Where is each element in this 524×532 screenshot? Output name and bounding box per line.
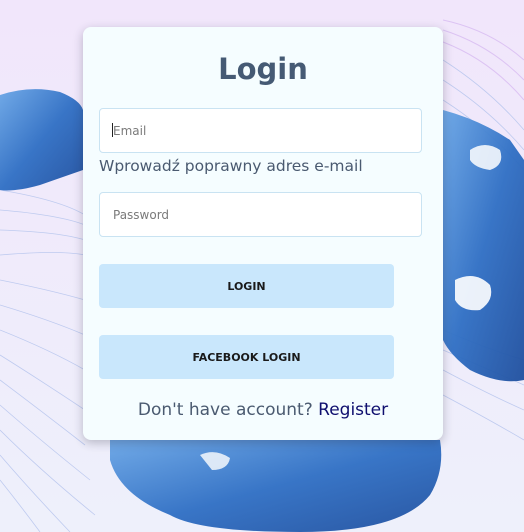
- register-link[interactable]: Register: [318, 400, 388, 420]
- register-prompt: Don't have account?: [137, 400, 313, 420]
- password-field[interactable]: [99, 192, 422, 237]
- login-title: Login: [218, 52, 308, 86]
- login-button[interactable]: LOGIN: [99, 264, 394, 308]
- email-validation-hint: Wprowadź poprawny adres e-mail: [99, 157, 363, 175]
- facebook-login-button[interactable]: FACEBOOK LOGIN: [99, 335, 394, 379]
- register-row: Don't have account? Register: [83, 399, 443, 421]
- login-card: Login Wprowadź poprawny adres e-mail LOG…: [83, 27, 443, 440]
- email-field[interactable]: [99, 108, 422, 153]
- text-cursor: [112, 123, 113, 137]
